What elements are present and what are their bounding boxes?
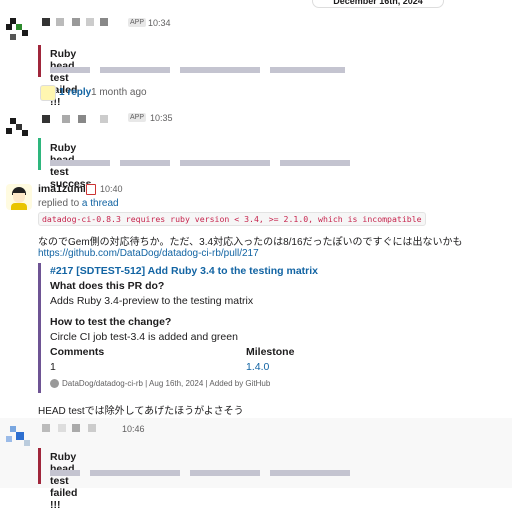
unfurl-footer: DataDog/datadog-ci-rb | Aug 16th, 2024 |… [50, 379, 271, 389]
redacted-text-line [50, 470, 350, 476]
thread-reply-count[interactable]: 1 reply [59, 87, 91, 98]
replied-to-prefix: replied to [38, 198, 82, 209]
sender-name-redacted[interactable] [42, 115, 122, 123]
attachment-failed: Ruby head test failed !!! [38, 448, 350, 511]
attachment-success: Ruby head test success [38, 138, 350, 190]
pr-section-what: What does this PR do? Adds Ruby 3.4-prev… [50, 280, 253, 307]
followup-text: HEAD testでは除外してあげたほうがよさそう [38, 406, 244, 417]
message-timestamp[interactable]: 10:35 [150, 113, 173, 123]
github-pr-unfurl: #217 [SDTEST-512] Add Ruby 3.4 to the te… [38, 263, 461, 393]
thread-summary[interactable]: 1 reply 1 month ago [38, 85, 188, 103]
attachment-failed: Ruby head test failed !!! [38, 45, 345, 108]
pr-field-milestone: Milestone 1.4.0 [246, 346, 294, 373]
footer-repo[interactable]: DataDog/datadog-ci-rb [62, 379, 143, 388]
replier-avatar [40, 85, 56, 101]
author-name[interactable]: ima1zumi [38, 183, 86, 195]
message-bot-failed-2: 10:46 Ruby head test failed !!! [0, 418, 512, 511]
sender-name-redacted[interactable] [42, 18, 122, 26]
sender-name-redacted[interactable] [42, 424, 112, 432]
section-heading: How to test the change? [50, 316, 172, 328]
app-badge: APP [128, 18, 147, 27]
message-bot-success: APP 10:35 Ruby head test success [0, 110, 512, 190]
footer-date: Aug 16th, 2024 [149, 379, 204, 388]
user-avatar[interactable] [6, 184, 32, 210]
redacted-text-line [50, 160, 350, 166]
code-span: datadog-ci-0.8.3 requires ruby version <… [38, 212, 426, 226]
section-heading: What does this PR do? [50, 280, 165, 292]
thread-link[interactable]: a thread [82, 198, 119, 209]
field-label: Comments [50, 346, 105, 358]
pr-section-how: How to test the change? Circle CI job te… [50, 316, 238, 343]
app-badge: APP [128, 113, 147, 122]
message-text: なのでGem側の対応待ちか。ただ、3.4対応入ったのは8/16だったぽいのですぐ… [38, 237, 463, 248]
footer-added: Added by GitHub [209, 379, 271, 388]
section-text: Adds Ruby 3.4-preview to the testing mat… [50, 295, 254, 307]
message-ima1zumi: ima1zumi 10:40 replied to a thread datad… [0, 180, 512, 418]
field-value[interactable]: 1.4.0 [246, 361, 294, 373]
message-timestamp[interactable]: 10:34 [148, 18, 171, 28]
section-text: Circle CI job test-3.4 is added and gree… [50, 331, 238, 343]
pr-title[interactable]: #217 [SDTEST-512] Add Ruby 3.4 to the te… [50, 265, 318, 277]
pr-link[interactable]: https://github.com/DataDog/datadog-ci-rb… [38, 248, 259, 259]
redacted-text-line [50, 67, 350, 73]
pr-field-comments: Comments 1 [50, 346, 104, 373]
bot-avatar[interactable] [6, 424, 32, 450]
bot-avatar[interactable] [6, 16, 32, 42]
message-timestamp[interactable]: 10:46 [122, 424, 145, 434]
field-value: 1 [50, 361, 56, 373]
replied-to-thread: replied to a thread [38, 198, 119, 209]
message-bot-failed-1: APP 10:34 Ruby head test failed !!! 1 re… [0, 10, 512, 110]
attachment-title: Ruby head test failed !!! [50, 451, 78, 511]
github-icon [50, 379, 59, 389]
bot-avatar[interactable] [6, 116, 32, 142]
inline-code: datadog-ci-0.8.3 requires ruby version <… [38, 212, 426, 226]
message-timestamp[interactable]: 10:40 [100, 184, 123, 194]
calendar-status-icon[interactable] [86, 184, 96, 195]
thread-last-reply: 1 month ago [91, 87, 147, 98]
field-label: Milestone [246, 346, 295, 358]
date-divider[interactable]: December 16th, 2024 [312, 0, 444, 8]
